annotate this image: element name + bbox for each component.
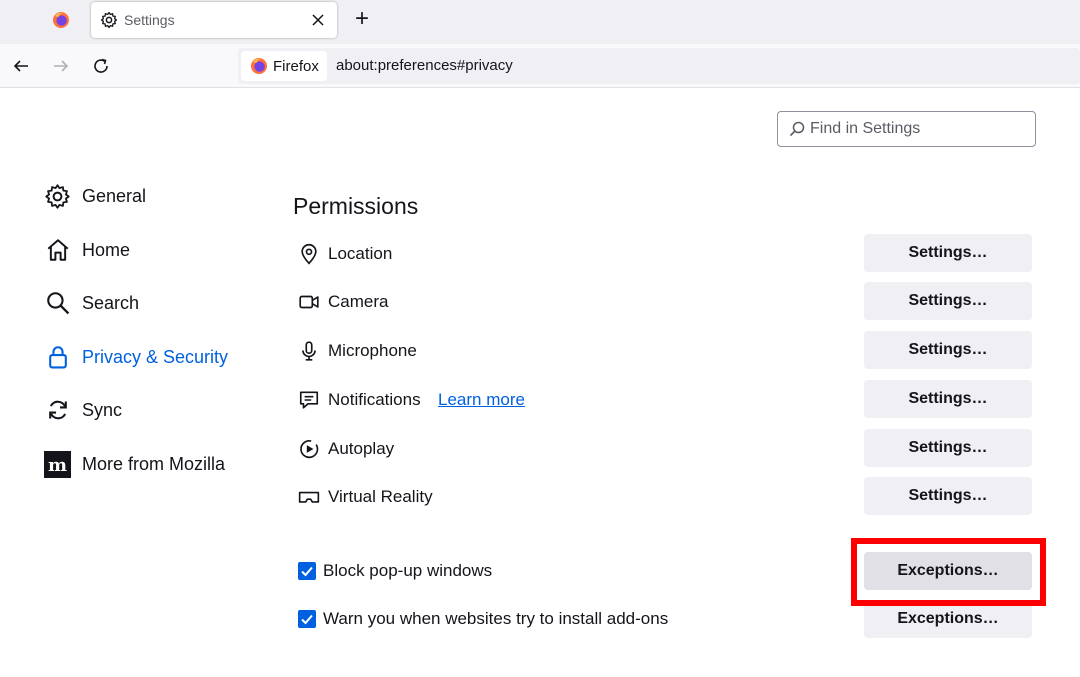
- gear-icon: [100, 11, 118, 29]
- url-bar[interactable]: Firefox about:preferences#privacy: [238, 48, 1080, 84]
- reload-icon: [94, 58, 108, 73]
- warn-addons-row: Warn you when websites try to install ad…: [298, 600, 1032, 638]
- sidebar-item-general[interactable]: General: [44, 178, 264, 214]
- permission-row-location: Location Settings…: [297, 234, 1032, 272]
- block-popups-label[interactable]: Block pop-up windows: [323, 561, 492, 581]
- search-icon: [44, 290, 71, 317]
- sidebar-item-privacy-security[interactable]: Privacy & Security: [44, 339, 264, 375]
- mozilla-icon: m: [44, 450, 71, 478]
- navigation-toolbar: Firefox about:preferences#privacy: [0, 44, 1080, 88]
- notifications-icon: [297, 388, 321, 412]
- new-tab-button[interactable]: +: [350, 7, 374, 31]
- sidebar-item-label: Sync: [82, 399, 123, 420]
- forward-button[interactable]: [49, 54, 73, 78]
- permission-label: Virtual Reality: [328, 487, 433, 506]
- forward-arrow-icon: [54, 60, 69, 72]
- pinned-tab[interactable]: [40, 4, 82, 36]
- identity-label: Firefox: [273, 57, 319, 75]
- virtual-reality-settings-button[interactable]: Settings…: [864, 477, 1032, 515]
- find-in-settings[interactable]: [777, 111, 1036, 147]
- back-button[interactable]: [9, 54, 33, 78]
- search-icon: [789, 121, 805, 137]
- lock-icon: [44, 344, 71, 371]
- plus-icon: +: [354, 5, 369, 32]
- permission-label: Autoplay: [328, 439, 395, 458]
- url-text[interactable]: about:preferences#privacy: [336, 57, 513, 74]
- notifications-settings-button[interactable]: Settings…: [864, 380, 1032, 418]
- autoplay-settings-button[interactable]: Settings…: [864, 429, 1032, 467]
- block-popups-checkbox[interactable]: [298, 562, 316, 580]
- location-settings-button[interactable]: Settings…: [864, 234, 1032, 272]
- permission-label: Microphone: [328, 341, 417, 360]
- sidebar-item-more-from-mozilla[interactable]: m More from Mozilla: [44, 446, 264, 482]
- permission-row-autoplay: Autoplay Settings…: [297, 429, 1032, 467]
- sidebar-item-label: More from Mozilla: [82, 453, 226, 474]
- location-icon: [297, 242, 321, 266]
- tab-settings[interactable]: Settings: [91, 2, 337, 38]
- identity-box[interactable]: Firefox: [241, 51, 327, 81]
- microphone-icon: [297, 339, 321, 363]
- firefox-icon: [251, 58, 267, 74]
- home-icon: [44, 237, 71, 264]
- sidebar-item-search[interactable]: Search: [44, 285, 264, 321]
- permission-label: Notifications: [328, 390, 421, 409]
- addons-exceptions-button[interactable]: Exceptions…: [864, 600, 1032, 638]
- section-title-permissions: Permissions: [293, 193, 419, 219]
- permission-row-microphone: Microphone Settings…: [297, 331, 1032, 369]
- sync-icon: [44, 397, 71, 424]
- permission-row-camera: Camera Settings…: [297, 282, 1032, 320]
- sidebar-item-sync[interactable]: Sync: [44, 392, 264, 428]
- permission-label: Camera: [328, 292, 389, 311]
- autoplay-icon: [297, 437, 321, 461]
- gear-icon: [44, 183, 71, 210]
- warn-addons-checkbox[interactable]: [298, 610, 316, 628]
- search-input[interactable]: [810, 120, 1010, 138]
- back-arrow-icon: [13, 60, 28, 72]
- vr-icon: [297, 485, 321, 509]
- checkmark-icon: [301, 614, 313, 625]
- block-popups-row: Block pop-up windows Exceptions…: [298, 552, 1032, 590]
- checkmark-icon: [301, 566, 313, 577]
- camera-icon: [297, 290, 321, 314]
- svg-text:m: m: [48, 455, 67, 476]
- microphone-settings-button[interactable]: Settings…: [864, 331, 1032, 369]
- camera-settings-button[interactable]: Settings…: [864, 282, 1032, 320]
- sidebar-item-home[interactable]: Home: [44, 232, 264, 268]
- permission-row-notifications: Notifications Learn more Settings…: [297, 380, 1032, 418]
- firefox-icon: [53, 12, 69, 28]
- reload-button[interactable]: [89, 54, 113, 78]
- popup-exceptions-button[interactable]: Exceptions…: [864, 552, 1032, 590]
- learn-more-link[interactable]: Learn more: [438, 390, 525, 410]
- sidebar-item-label: Home: [82, 239, 131, 260]
- tab-strip: Settings +: [0, 0, 1080, 44]
- tab-title: Settings: [124, 12, 175, 28]
- close-icon[interactable]: [309, 11, 327, 29]
- sidebar-item-label: General: [82, 185, 147, 206]
- warn-addons-label[interactable]: Warn you when websites try to install ad…: [323, 609, 668, 629]
- sidebar-item-label: Search: [82, 292, 140, 313]
- permission-row-virtual-reality: Virtual Reality Settings…: [297, 477, 1032, 515]
- sidebar-item-label: Privacy & Security: [82, 346, 229, 367]
- permission-label: Location: [328, 244, 393, 263]
